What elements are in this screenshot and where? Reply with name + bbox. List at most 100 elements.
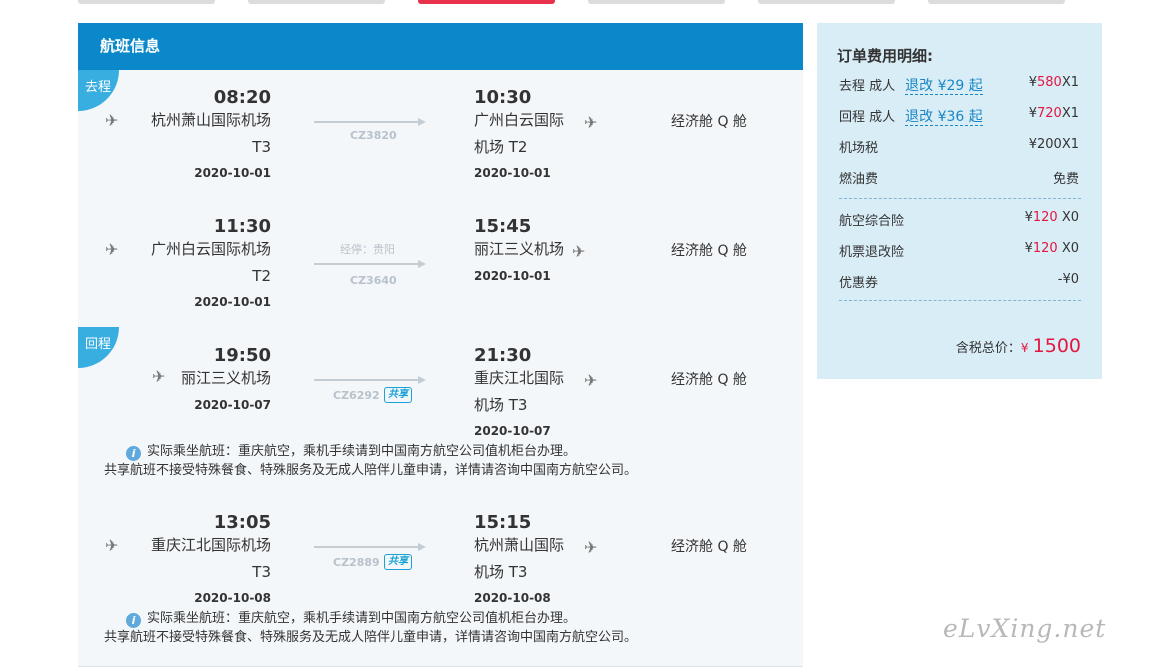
codeshare-badge: 共享 xyxy=(384,387,412,403)
flight-segment-1: 08:20 ✈ 杭州萧山国际机场 T3 2020-10-01 CZ3820 10… xyxy=(78,87,803,207)
flight-number: CZ6292 xyxy=(333,389,380,402)
departure-date: 2020-10-01 xyxy=(194,295,271,309)
price-row-label: 机场税 xyxy=(839,141,879,156)
price-detail-title: 订单费用明细: xyxy=(837,47,933,65)
arrival-date: 2020-10-01 xyxy=(474,166,551,180)
departure-date: 2020-10-01 xyxy=(194,166,271,180)
price-row-outbound: 去程 成人 退改 ¥29 起 ¥580X1 xyxy=(839,75,1079,95)
departure-date: 2020-10-07 xyxy=(194,398,271,412)
cabin-class: 经济舱 Q 舱 xyxy=(671,243,747,259)
departure-terminal: T2 xyxy=(252,267,271,285)
price-row-value: -¥0 xyxy=(1057,272,1079,287)
step-tab-4[interactable] xyxy=(588,0,725,4)
step-tab-5[interactable] xyxy=(758,0,895,4)
price-amount: 580 xyxy=(1036,75,1062,90)
codeshare-note-line-2: 共享航班不接受特殊餐食、特殊服务及无成人陪伴儿童申请，详情请咨询中国南方航空公司… xyxy=(104,630,638,645)
price-row-insurance: 航空综合险 ¥120 X0 xyxy=(839,210,1079,230)
flight-number: CZ2889 xyxy=(333,556,380,569)
flight-route-arrow xyxy=(314,543,426,551)
price-detail-panel: 订单费用明细: 去程 成人 退改 ¥29 起 ¥580X1 回程 成人 退改 ¥36… xyxy=(817,23,1102,379)
price-divider xyxy=(839,198,1081,199)
departure-time: 08:20 xyxy=(213,87,271,108)
step-tab-2[interactable] xyxy=(248,0,385,4)
currency-symbol: ¥ xyxy=(1024,210,1033,225)
price-amount: 120 xyxy=(1032,210,1058,225)
flight-route-arrow xyxy=(314,118,426,126)
arrival-terminal: 机场 T2 xyxy=(474,138,528,156)
currency-symbol: ¥ xyxy=(1020,341,1029,355)
stopover-info: 经停：贵阳 xyxy=(340,243,395,256)
info-icon: i xyxy=(126,446,141,461)
flight-segment-2: 11:30 ✈ 广州白云国际机场 T2 2020-10-01 经停：贵阳 CZ3… xyxy=(78,216,803,336)
departure-airport: 杭州萧山国际机场 T3 xyxy=(78,107,271,161)
departure-time: 11:30 xyxy=(213,216,271,237)
arrival-time: 10:30 xyxy=(474,87,532,108)
arrival-plane-icon: ✈ xyxy=(584,538,598,557)
arrival-airport: 杭州萧山国际 机场 T3 xyxy=(474,532,584,586)
arrival-plane-icon: ✈ xyxy=(584,113,598,132)
cabin-class: 经济舱 Q 舱 xyxy=(671,372,747,388)
refund-change-link[interactable]: 退改 ¥36 起 xyxy=(905,109,983,126)
total-price-amount: 1500 xyxy=(1032,335,1081,357)
arrival-airport-name: 重庆江北国际 xyxy=(474,369,565,387)
departure-airport-name: 重庆江北国际机场 xyxy=(150,536,271,554)
arrival-date: 2020-10-07 xyxy=(474,424,551,438)
price-row-refund-insurance: 机票退改险 ¥120 X0 xyxy=(839,241,1079,261)
arrival-time: 15:45 xyxy=(474,216,532,237)
arrival-airport: 丽江三义机场 xyxy=(474,236,584,263)
cabin-class: 经济舱 Q 舱 xyxy=(671,539,747,555)
arrival-airport-name: 杭州萧山国际 xyxy=(474,536,565,554)
price-qty: X1 xyxy=(1061,106,1079,121)
flight-number: CZ3820 xyxy=(350,129,397,142)
price-row-coupon: 优惠券 -¥0 xyxy=(839,272,1079,292)
departure-airport: 广州白云国际机场 T2 xyxy=(78,236,271,290)
codeshare-note-line-2: 共享航班不接受特殊餐食、特殊服务及无成人陪伴儿童申请，详情请咨询中国南方航空公司… xyxy=(104,463,638,478)
step-tab-3[interactable] xyxy=(418,0,555,4)
step-tab-1[interactable] xyxy=(78,0,215,4)
price-divider xyxy=(839,300,1081,301)
codeshare-note-line-1: 实际乘坐航班：重庆航空，乘机手续请到中国南方航空公司值机柜台办理。 xyxy=(147,444,577,459)
codeshare-note-line-1: 实际乘坐航班：重庆航空，乘机手续请到中国南方航空公司值机柜台办理。 xyxy=(147,611,577,626)
departure-airport: 重庆江北国际机场 T3 xyxy=(78,532,271,586)
total-price-label: 含税总价： xyxy=(955,341,1021,356)
price-qty: X0 xyxy=(1057,241,1079,256)
departure-time: 19:50 xyxy=(213,345,271,366)
flight-info-panel: 航班信息 去程 08:20 ✈ 杭州萧山国际机场 T3 2020-10-01 C… xyxy=(78,23,803,667)
departure-terminal: T3 xyxy=(252,138,271,156)
departure-time: 13:05 xyxy=(213,512,271,533)
step-tab-6[interactable] xyxy=(928,0,1065,4)
price-row-return: 回程 成人 退改 ¥36 起 ¥720X1 xyxy=(839,106,1079,126)
refund-change-link[interactable]: 退改 ¥29 起 xyxy=(905,78,983,95)
currency-symbol: ¥ xyxy=(1028,75,1037,90)
arrival-airport-name: 丽江三义机场 xyxy=(474,240,565,258)
info-icon: i xyxy=(126,613,141,628)
departure-airport-name: 丽江三义机场 xyxy=(180,369,271,387)
codeshare-note: i 实际乘坐航班：重庆航空，乘机手续请到中国南方航空公司值机柜台办理。 共享航班不… xyxy=(104,442,637,480)
arrival-terminal: 机场 T3 xyxy=(474,563,528,581)
cabin-class: 经济舱 Q 舱 xyxy=(671,114,747,130)
departure-airport-name: 广州白云国际机场 xyxy=(150,240,271,258)
price-row-label: 燃油费 xyxy=(839,172,879,187)
price-row-value: 免费 xyxy=(1052,172,1079,187)
price-row-label: 优惠券 xyxy=(839,276,879,291)
flight-route-arrow xyxy=(314,376,426,384)
price-row-label: 机票退改险 xyxy=(839,245,905,260)
arrival-time: 15:15 xyxy=(474,512,532,533)
codeshare-badge: 共享 xyxy=(384,554,412,570)
codeshare-note: i 实际乘坐航班：重庆航空，乘机手续请到中国南方航空公司值机柜台办理。 共享航班不… xyxy=(104,609,637,647)
watermark-logo: eLvXing.net xyxy=(943,614,1107,643)
price-row-label: 航空综合险 xyxy=(839,214,905,229)
departure-airport: 丽江三义机场 xyxy=(78,365,271,392)
price-row-airport-tax: 机场税 ¥200X1 xyxy=(839,137,1079,157)
flight-info-header: 航班信息 xyxy=(78,23,803,70)
arrival-date: 2020-10-01 xyxy=(474,269,551,283)
departure-date: 2020-10-08 xyxy=(194,591,271,605)
arrival-plane-icon: ✈ xyxy=(584,371,598,390)
price-qty: X1 xyxy=(1061,75,1079,90)
price-qty: X0 xyxy=(1057,210,1079,225)
arrival-airport: 广州白云国际 机场 T2 xyxy=(474,107,584,161)
currency-symbol: ¥ xyxy=(1024,241,1033,256)
flight-route-arrow xyxy=(314,260,426,268)
departure-airport-name: 杭州萧山国际机场 xyxy=(150,111,271,129)
total-price: 含税总价：¥ 1500 xyxy=(956,335,1081,357)
